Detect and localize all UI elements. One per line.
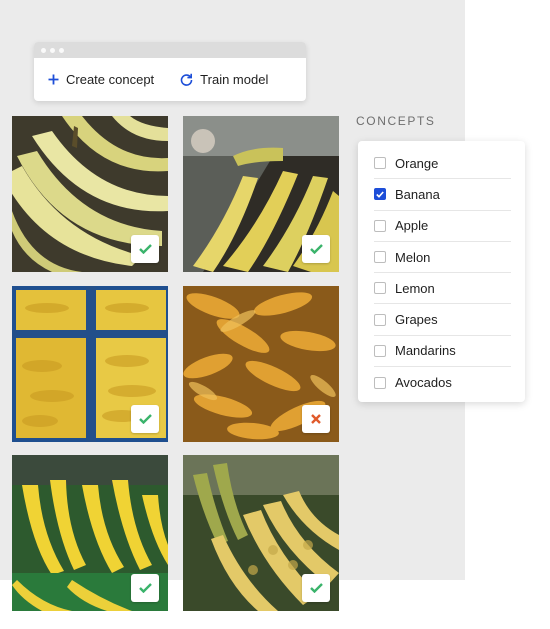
concept-checkbox[interactable] bbox=[374, 157, 386, 170]
image-tile[interactable] bbox=[12, 455, 168, 611]
create-concept-label: Create concept bbox=[66, 72, 155, 87]
concept-label: Grapes bbox=[395, 312, 438, 328]
concept-checkbox[interactable] bbox=[374, 376, 386, 389]
concept-checkbox[interactable] bbox=[374, 251, 386, 264]
concept-item-mandarins[interactable]: Mandarins bbox=[374, 336, 511, 368]
concepts-list: Orange Banana Apple Melon Lemon Grapes M… bbox=[358, 141, 525, 402]
concept-item-orange[interactable]: Orange bbox=[374, 148, 511, 180]
approved-badge[interactable] bbox=[131, 235, 159, 263]
concept-item-melon[interactable]: Melon bbox=[374, 242, 511, 274]
check-icon bbox=[138, 244, 152, 254]
check-icon bbox=[138, 583, 152, 593]
create-concept-button[interactable]: Create concept bbox=[48, 72, 154, 87]
rejected-badge[interactable] bbox=[302, 405, 330, 433]
image-tile[interactable] bbox=[12, 116, 168, 272]
cross-icon bbox=[311, 414, 321, 424]
window-dot bbox=[41, 47, 46, 53]
concept-checkbox[interactable] bbox=[374, 219, 386, 232]
approved-badge[interactable] bbox=[302, 574, 330, 602]
concept-checkbox[interactable] bbox=[374, 188, 386, 201]
concepts-heading: CONCEPTS bbox=[356, 114, 436, 128]
image-tile[interactable] bbox=[183, 116, 339, 272]
concept-label: Melon bbox=[395, 249, 431, 265]
approved-badge[interactable] bbox=[131, 574, 159, 602]
concept-label: Avocados bbox=[395, 375, 452, 391]
concept-label: Lemon bbox=[395, 280, 435, 296]
concept-label: Orange bbox=[395, 155, 439, 171]
toolbar-window: Create concept Train model bbox=[34, 42, 306, 101]
check-icon bbox=[309, 583, 323, 593]
check-icon bbox=[309, 244, 323, 254]
train-model-button[interactable]: Train model bbox=[180, 72, 268, 87]
image-tile[interactable] bbox=[12, 286, 168, 442]
concept-checkbox[interactable] bbox=[374, 282, 386, 295]
concept-item-apple[interactable]: Apple bbox=[374, 211, 511, 242]
approved-badge[interactable] bbox=[302, 235, 330, 263]
image-tile[interactable] bbox=[183, 455, 339, 611]
window-dot bbox=[50, 47, 55, 53]
concept-label: Mandarins bbox=[395, 343, 456, 359]
concept-item-banana[interactable]: Banana bbox=[374, 179, 511, 211]
refresh-icon bbox=[180, 73, 193, 86]
check-icon bbox=[138, 414, 152, 424]
concept-checkbox[interactable] bbox=[374, 313, 386, 326]
window-titlebar bbox=[34, 42, 306, 58]
image-tile[interactable] bbox=[183, 286, 339, 442]
concept-label: Banana bbox=[395, 186, 440, 202]
train-model-label: Train model bbox=[200, 72, 269, 87]
concept-item-avocados[interactable]: Avocados bbox=[374, 367, 511, 398]
concept-checkbox[interactable] bbox=[374, 344, 386, 357]
concept-item-lemon[interactable]: Lemon bbox=[374, 273, 511, 305]
plus-icon bbox=[48, 74, 59, 85]
checkmark-icon bbox=[376, 191, 384, 198]
concept-item-grapes[interactable]: Grapes bbox=[374, 304, 511, 336]
concept-label: Apple bbox=[395, 218, 429, 234]
approved-badge[interactable] bbox=[131, 405, 159, 433]
window-dot bbox=[59, 47, 64, 53]
